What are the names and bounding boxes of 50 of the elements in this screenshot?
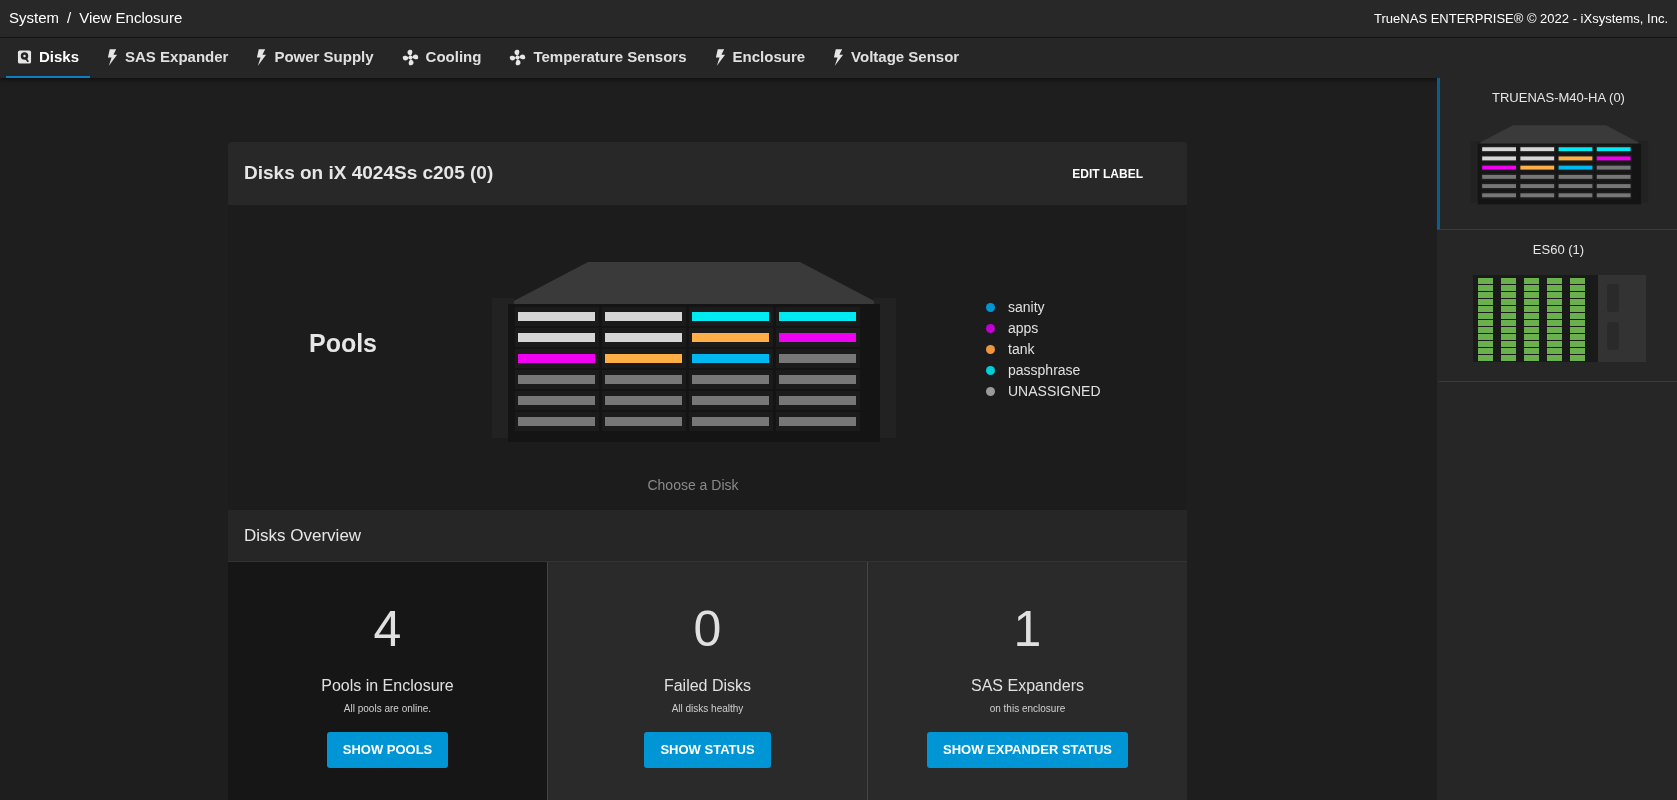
page-title: View Enclosure	[79, 8, 183, 29]
stat-subtitle: All disks healthy	[671, 702, 744, 716]
drive-bay[interactable]	[1481, 146, 1516, 151]
tab[interactable]: Voltage Sensor	[822, 38, 971, 78]
stat-title: Pools in Enclosure	[321, 676, 454, 696]
drive-bay[interactable]	[1519, 146, 1554, 151]
drive-bay[interactable]	[1481, 165, 1516, 170]
stat-subtitle: on this enclosure	[989, 702, 1066, 716]
drive-bay[interactable]	[1558, 146, 1592, 151]
breadcrumb-link[interactable]: System	[9, 7, 59, 30]
lightning-bolt-icon	[256, 48, 268, 66]
enclosure-name: ES60 (1)	[1532, 241, 1585, 259]
section-title: Disks Overview	[244, 524, 362, 547]
tab[interactable]: Cooling	[390, 38, 493, 78]
tab[interactable]: Enclosure	[703, 38, 817, 78]
stat-subtitle: All pools are online.	[343, 702, 432, 716]
stat-title: SAS Expanders	[971, 676, 1084, 696]
drive-bay[interactable]	[1596, 155, 1631, 160]
enclosure-item[interactable]: ES60 (1)	[1437, 230, 1677, 382]
stat-title: Failed Disks	[663, 676, 752, 696]
enclosure-item[interactable]: TRUENAS-M40-HA (0)	[1437, 78, 1677, 230]
drive-bay[interactable]	[1596, 146, 1631, 151]
legend-label: sanity	[1008, 297, 1045, 317]
legend-label: UNASSIGNED	[1008, 381, 1101, 401]
choose-disk-hint: Choose a Disk	[647, 476, 739, 495]
lightning-bolt-icon	[714, 48, 726, 66]
stat-value: 1	[1013, 604, 1042, 654]
pools-heading: Pools	[308, 327, 378, 359]
legend-label: apps	[1008, 318, 1039, 338]
drive-bay[interactable]	[1519, 155, 1554, 160]
legend-label: passphrase	[1008, 360, 1081, 380]
legend-label: tank	[1008, 339, 1035, 359]
fan-icon	[509, 48, 527, 66]
stat-value: 4	[373, 604, 402, 654]
drive-bay[interactable]	[1519, 165, 1554, 170]
tab[interactable]: Temperature Sensors	[498, 38, 698, 78]
enclosure-name: TRUENAS-M40-HA (0)	[1492, 89, 1625, 107]
tab[interactable]: SAS Expander	[96, 38, 240, 78]
lightning-bolt-icon	[107, 48, 119, 66]
copyright-text: TrueNAS ENTERPRISE® © 2022 - iXsystems, Inc.	[1374, 9, 1668, 28]
card-title: Disks on iX 4024Ss c205 (0)	[244, 161, 494, 186]
tab[interactable]: Disks	[6, 38, 91, 78]
tab[interactable]: Power Supply	[245, 38, 385, 78]
drive-bay[interactable]	[1558, 155, 1592, 160]
edit-label-button[interactable]: EDIT LABEL	[1056, 156, 1159, 191]
stat-value: 0	[693, 604, 722, 654]
drive-bay[interactable]	[1481, 155, 1516, 160]
breadcrumb-separator: /	[67, 8, 72, 29]
fan-icon	[401, 48, 419, 66]
lightning-bolt-icon	[833, 48, 845, 66]
